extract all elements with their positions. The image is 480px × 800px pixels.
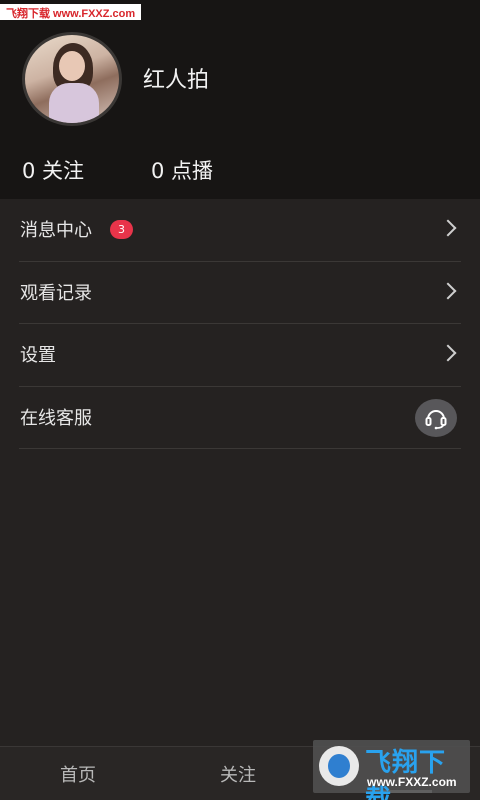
menu-item-label: 设置 [20, 345, 56, 366]
chevron-right-icon [439, 219, 457, 237]
menu-item-label: 观看记录 [20, 282, 92, 304]
tab-home[interactable]: 首页 [60, 761, 96, 787]
profile-header: 红人拍 0 关注 0 点播 [0, 0, 480, 199]
menu-list: 消息中心 3 观看记录 设置 在线客服 [0, 199, 480, 449]
headset-icon[interactable] [415, 398, 457, 437]
avatar[interactable] [22, 32, 122, 126]
chevron-right-icon [439, 282, 457, 299]
menu-item-history[interactable]: 观看记录 [19, 262, 461, 324]
watermark-title: 飞翔下载 [365, 748, 447, 800]
menu-item-settings[interactable]: 设置 [19, 324, 461, 387]
watermark-url: www.FXXZ.com [367, 775, 457, 789]
play-count[interactable]: 0 点播 [151, 155, 213, 185]
menu-item-label: 在线客服 [20, 407, 92, 429]
watermark-banner: 飞翔下载 www.FXXZ.com [0, 4, 142, 20]
follow-count[interactable]: 0 关注 [22, 155, 84, 185]
menu-item-support[interactable]: 在线客服 [19, 387, 461, 449]
chevron-right-icon [439, 344, 457, 362]
unread-badge: 3 [110, 220, 133, 239]
username: 红人拍 [143, 68, 210, 93]
menu-item-label: 消息中心 [20, 220, 92, 241]
menu-item-messages[interactable]: 消息中心 3 [19, 199, 461, 262]
tab-follow[interactable]: 关注 [220, 761, 256, 787]
watermark-logo: 飞翔下载 www.FXXZ.com [313, 740, 470, 800]
logo-icon [319, 746, 359, 786]
